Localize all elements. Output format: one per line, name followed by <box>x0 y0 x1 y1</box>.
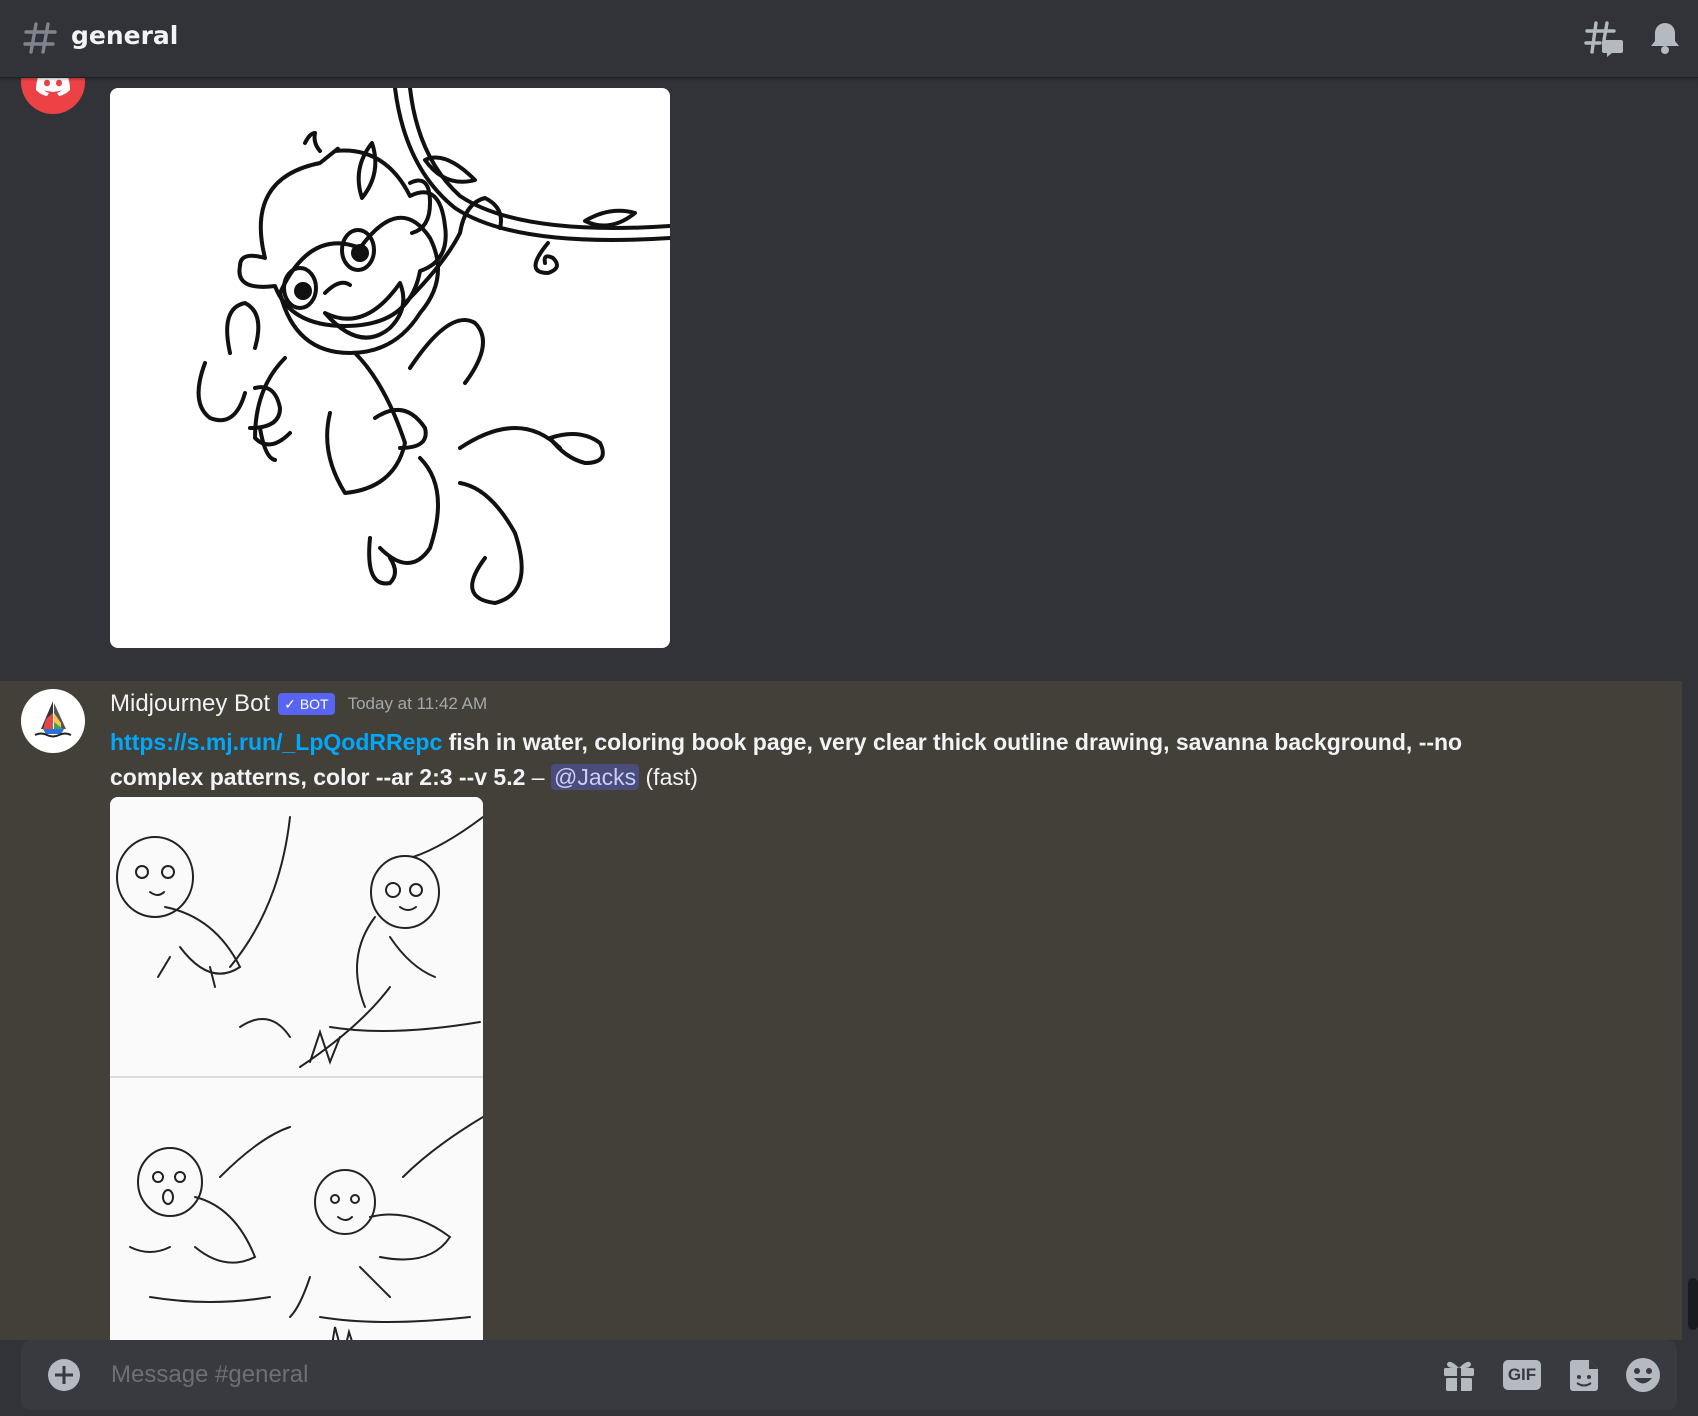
sticker-icon[interactable] <box>1567 1357 1601 1393</box>
scrollbar-thumb[interactable] <box>1688 1278 1698 1330</box>
attachment-image[interactable] <box>110 797 483 1340</box>
hash-icon <box>23 22 57 54</box>
verified-check-icon: ✓ <box>284 695 296 712</box>
emoji-icon[interactable] <box>1625 1357 1661 1393</box>
avatar[interactable] <box>21 689 85 753</box>
separator: – <box>525 764 551 790</box>
bot-badge: ✓ BOT <box>278 693 335 715</box>
gif-button[interactable]: GIF <box>1503 1360 1541 1390</box>
message-input[interactable] <box>111 1358 1411 1392</box>
discord-logo-icon <box>36 78 70 96</box>
channel-header: general <box>0 0 1698 78</box>
prompt-link[interactable]: https://s.mj.run/_LpQodRRepc <box>110 729 442 755</box>
message-composer: GIF <box>21 1340 1677 1410</box>
timestamp[interactable]: Today at 11:42 AM <box>348 694 488 714</box>
avatar[interactable] <box>21 78 85 114</box>
channel-name: general <box>71 21 179 50</box>
message-highlighted[interactable]: Midjourney Bot ✓ BOT Today at 11:42 AM h… <box>0 681 1682 1340</box>
message-header: Midjourney Bot ✓ BOT Today at 11:42 AM <box>110 689 487 719</box>
gift-icon[interactable] <box>1441 1357 1477 1393</box>
author-name[interactable]: Midjourney Bot <box>110 690 270 718</box>
generation-mode: (fast) <box>645 764 698 790</box>
composer-area: GIF <box>0 1340 1698 1416</box>
image-grid-illustration <box>110 797 483 1340</box>
plus-circle-icon[interactable] <box>47 1358 81 1392</box>
bot-badge-label: BOT <box>299 696 329 712</box>
message-list[interactable]: Midjourney Bot ✓ BOT Today at 11:42 AM h… <box>0 78 1698 1340</box>
monkey-illustration <box>196 88 670 605</box>
attachment-image[interactable] <box>110 88 670 648</box>
midjourney-logo-icon <box>34 701 72 738</box>
user-mention[interactable]: @Jacks <box>550 764 640 790</box>
message-content: https://s.mj.run/_LpQodRRepc fish in wat… <box>110 725 1560 795</box>
bell-icon[interactable] <box>1648 20 1682 56</box>
threads-icon[interactable] <box>1584 20 1624 58</box>
